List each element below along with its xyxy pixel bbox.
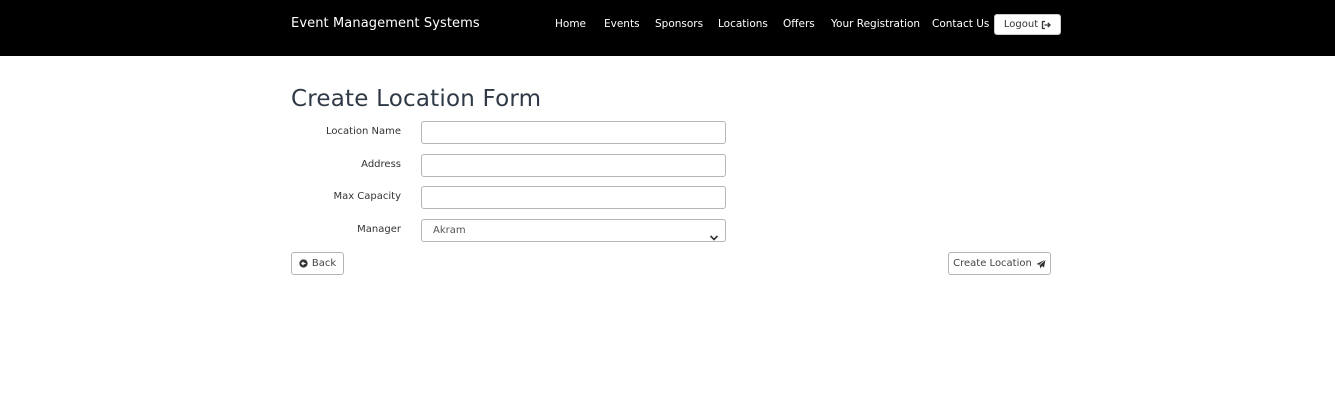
nav-link-locations[interactable]: Locations bbox=[718, 18, 768, 30]
location-name-input[interactable] bbox=[421, 121, 726, 144]
nav-link-events[interactable]: Events bbox=[604, 18, 640, 30]
manager-select[interactable]: Akram bbox=[421, 219, 726, 242]
address-input[interactable] bbox=[421, 154, 726, 177]
nav-link-home[interactable]: Home bbox=[555, 18, 586, 30]
paper-plane-icon bbox=[1036, 258, 1046, 269]
back-label: Back bbox=[311, 258, 337, 269]
manager-label: Manager bbox=[357, 224, 401, 235]
max-capacity-label: Max Capacity bbox=[333, 191, 401, 202]
form-row-address: Address bbox=[291, 154, 731, 178]
top-navbar: Event Management Systems Home Events Spo… bbox=[0, 0, 1335, 56]
nav-link-your-registration[interactable]: Your Registration bbox=[831, 18, 920, 30]
page-title: Create Location Form bbox=[291, 86, 542, 112]
form-row-max-capacity: Max Capacity bbox=[291, 186, 731, 210]
chevron-down-icon bbox=[709, 227, 719, 246]
logout-label: Logout bbox=[1003, 19, 1039, 30]
main-nav: Home Events Sponsors Locations Offers Yo… bbox=[0, 18, 1335, 32]
circle-arrow-left-icon bbox=[299, 259, 308, 268]
form-row-location-name: Location Name bbox=[291, 121, 731, 145]
manager-selected-value: Akram bbox=[433, 225, 466, 236]
nav-link-sponsors[interactable]: Sponsors bbox=[655, 18, 703, 30]
nav-link-offers[interactable]: Offers bbox=[783, 18, 815, 30]
form-row-manager: Manager Akram bbox=[291, 219, 731, 243]
nav-link-contact-us[interactable]: Contact Us bbox=[932, 18, 989, 30]
logout-button[interactable]: Logout bbox=[994, 14, 1061, 35]
create-location-button[interactable]: Create Location bbox=[948, 252, 1051, 275]
back-button[interactable]: Back bbox=[291, 252, 344, 275]
max-capacity-input[interactable] bbox=[421, 186, 726, 209]
address-label: Address bbox=[361, 159, 401, 170]
create-location-label: Create Location bbox=[953, 258, 1032, 269]
location-name-label: Location Name bbox=[326, 126, 401, 137]
sign-out-icon bbox=[1041, 20, 1052, 30]
